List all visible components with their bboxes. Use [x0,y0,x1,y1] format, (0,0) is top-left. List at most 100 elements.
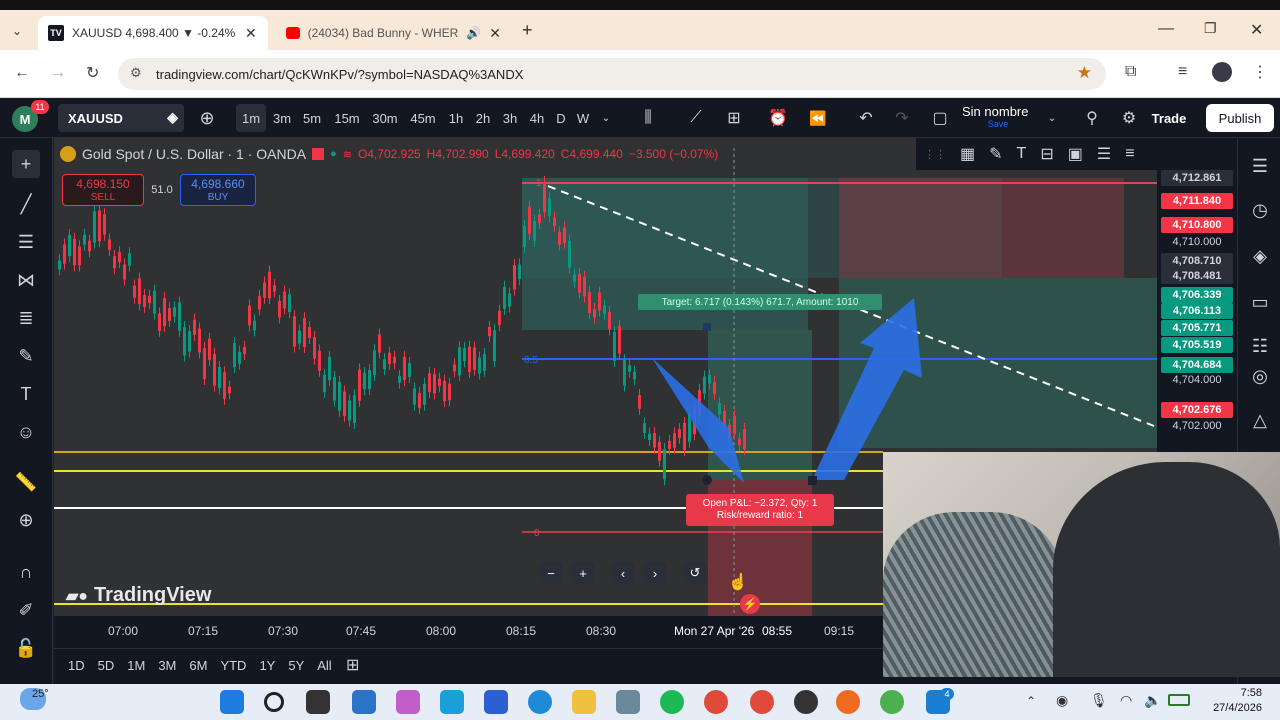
range-button[interactable]: 1M [127,658,145,673]
interval-15m[interactable]: 15m [332,98,362,138]
app-icon[interactable] [352,690,376,714]
settings-icon[interactable]: ⚙ [1118,98,1140,138]
time-axis[interactable]: 07:00 07:15 07:30 07:45 08:00 08:15 08:30 Mon 2… [54,616,883,648]
publish-button[interactable]: Publish [1206,104,1274,132]
watchlist-icon[interactable]: ☰ [1246,152,1274,180]
ideas-icon[interactable]: ☷ [1246,332,1274,360]
tab-xauusd[interactable]: TV XAUUSD 4,698.400 ▼ -0.24% S ✕ [38,16,268,50]
ruler-icon[interactable]: 📏 [12,468,40,496]
file-explorer-icon[interactable] [572,690,596,714]
emoji-icon[interactable]: ☺ [12,418,40,446]
media-controls-icon[interactable]: ≡ [1178,63,1187,81]
chrome-icon[interactable] [704,690,728,714]
interval-45m[interactable]: 45m [408,98,438,138]
zoom-icon[interactable]: ⊕ [12,506,40,534]
range-button[interactable]: 5D [98,658,115,673]
target-icon[interactable]: ◎ [1246,362,1274,390]
range-button[interactable]: 3M [158,658,176,673]
speaker-icon[interactable]: 🔊 [466,26,481,40]
profile-avatar[interactable] [1212,62,1232,82]
zoom-in-button[interactable]: + [572,562,594,584]
chat-icon[interactable]: ▭ [1246,288,1274,316]
app-icon[interactable] [794,690,818,714]
forward-icon[interactable]: → [50,64,66,82]
buy-button[interactable]: 4,698.660 BUY [180,174,256,206]
interval-d[interactable]: D [553,98,569,138]
wifi-icon[interactable]: ◠ [1120,692,1132,709]
triangle-icon[interactable]: △ [1246,406,1274,434]
close-icon[interactable]: ✕ [489,25,501,42]
fib-icon[interactable]: ≣ [12,304,40,332]
scroll-left-button[interactable]: ‹ [612,562,634,584]
extensions-icon[interactable]: ⧉ [1125,63,1136,81]
text-icon[interactable]: T [12,380,40,408]
task-view-icon[interactable] [306,690,330,714]
interval-1h[interactable]: 1h [446,98,466,138]
reset-chart-button[interactable]: ↺ [684,562,706,584]
horizontal-lines-icon[interactable]: ☰ [12,228,40,256]
magnet-icon[interactable]: ∩ [12,558,40,586]
brush-icon[interactable]: ✎ [12,342,40,370]
minimize-button[interactable]: — [1158,20,1174,38]
clock[interactable]: 7:58 27/4/2026 [1198,686,1262,716]
lightning-icon[interactable]: ⚡ [740,594,760,614]
date-range-icon[interactable]: ⊞ [346,655,359,675]
layout-name[interactable]: Sin nombre Save [962,104,1042,134]
alert-icon[interactable]: ⏰ [766,98,790,138]
layout-icon[interactable]: ▢ [928,98,952,138]
url-field[interactable]: ⚙ tradingview.com/chart/QcKWnKPv/?symbol… [118,58,1106,90]
chrome-icon[interactable] [750,690,774,714]
interval-4h[interactable]: 4h [527,98,547,138]
firefox-icon[interactable] [836,690,860,714]
new-tab-button[interactable]: + [522,20,533,41]
menu-icon[interactable]: ⋮ [1252,62,1268,82]
spotify-icon[interactable] [660,690,684,714]
volume-icon[interactable]: 🔈 [1144,692,1161,709]
zoom-out-button[interactable]: − [540,562,562,584]
copilot-icon[interactable] [396,690,420,714]
range-button[interactable]: All [317,658,331,673]
interval-3m[interactable]: 3m [270,98,294,138]
interval-3h[interactable]: 3h [500,98,520,138]
tray-chevron-icon[interactable]: ⌃ [1026,694,1036,708]
interval-w[interactable]: W [574,98,592,138]
lock-icon[interactable]: 🔓 [12,634,40,662]
layers-icon[interactable]: ◈ [1246,242,1274,270]
tab-list-chevron-icon[interactable]: ⌄ [12,24,22,38]
bookmark-star-icon[interactable]: ★ [1077,63,1092,83]
window-close-button[interactable]: ✕ [1250,20,1263,40]
app-icon[interactable] [440,690,464,714]
grid-icon[interactable]: ▦ [960,144,975,164]
frame-icon[interactable]: ▣ [1068,144,1083,164]
range-button[interactable]: 1Y [259,658,275,673]
microphone-icon[interactable]: 🎙 [1090,692,1108,709]
interval-5m[interactable]: 5m [300,98,324,138]
text-tool-icon[interactable]: T [1017,145,1027,163]
symbol-search[interactable]: XAUUSD ◈ [58,104,184,132]
interval-30m[interactable]: 30m [370,98,400,138]
start-icon[interactable] [220,690,244,714]
back-icon[interactable]: ← [14,64,30,82]
pen-icon[interactable]: ✎ [989,144,1002,164]
interval-1m[interactable]: 1m [236,104,266,132]
trade-button[interactable]: Trade [1142,98,1196,138]
battery-icon[interactable] [1168,694,1190,706]
site-info-icon[interactable]: ⚙ [130,65,142,81]
interval-2h[interactable]: 2h [473,98,493,138]
menu-lines-icon[interactable]: ≡ [1125,145,1134,163]
list-icon[interactable]: ☰ [1097,144,1111,164]
chrome-icon[interactable] [880,690,904,714]
tray-icon[interactable]: ◉ [1056,692,1068,709]
drag-handle-icon[interactable]: ⋮⋮ [924,148,946,161]
scroll-right-button[interactable]: › [644,562,666,584]
layout-dropdown-icon[interactable]: ⌄ [1044,98,1060,138]
edge-icon[interactable] [528,690,552,714]
crosshair-icon[interactable]: + [12,150,40,178]
replay-icon[interactable]: ⏪ [806,98,830,138]
redo-icon[interactable]: ↷ [890,98,914,138]
candles-icon[interactable]: ⫼ [636,98,660,138]
app-icon[interactable] [484,690,508,714]
restore-button[interactable]: ❐ [1204,20,1217,37]
reload-icon[interactable]: ↻ [86,63,99,83]
trendline-icon[interactable]: ╱ [12,190,40,218]
